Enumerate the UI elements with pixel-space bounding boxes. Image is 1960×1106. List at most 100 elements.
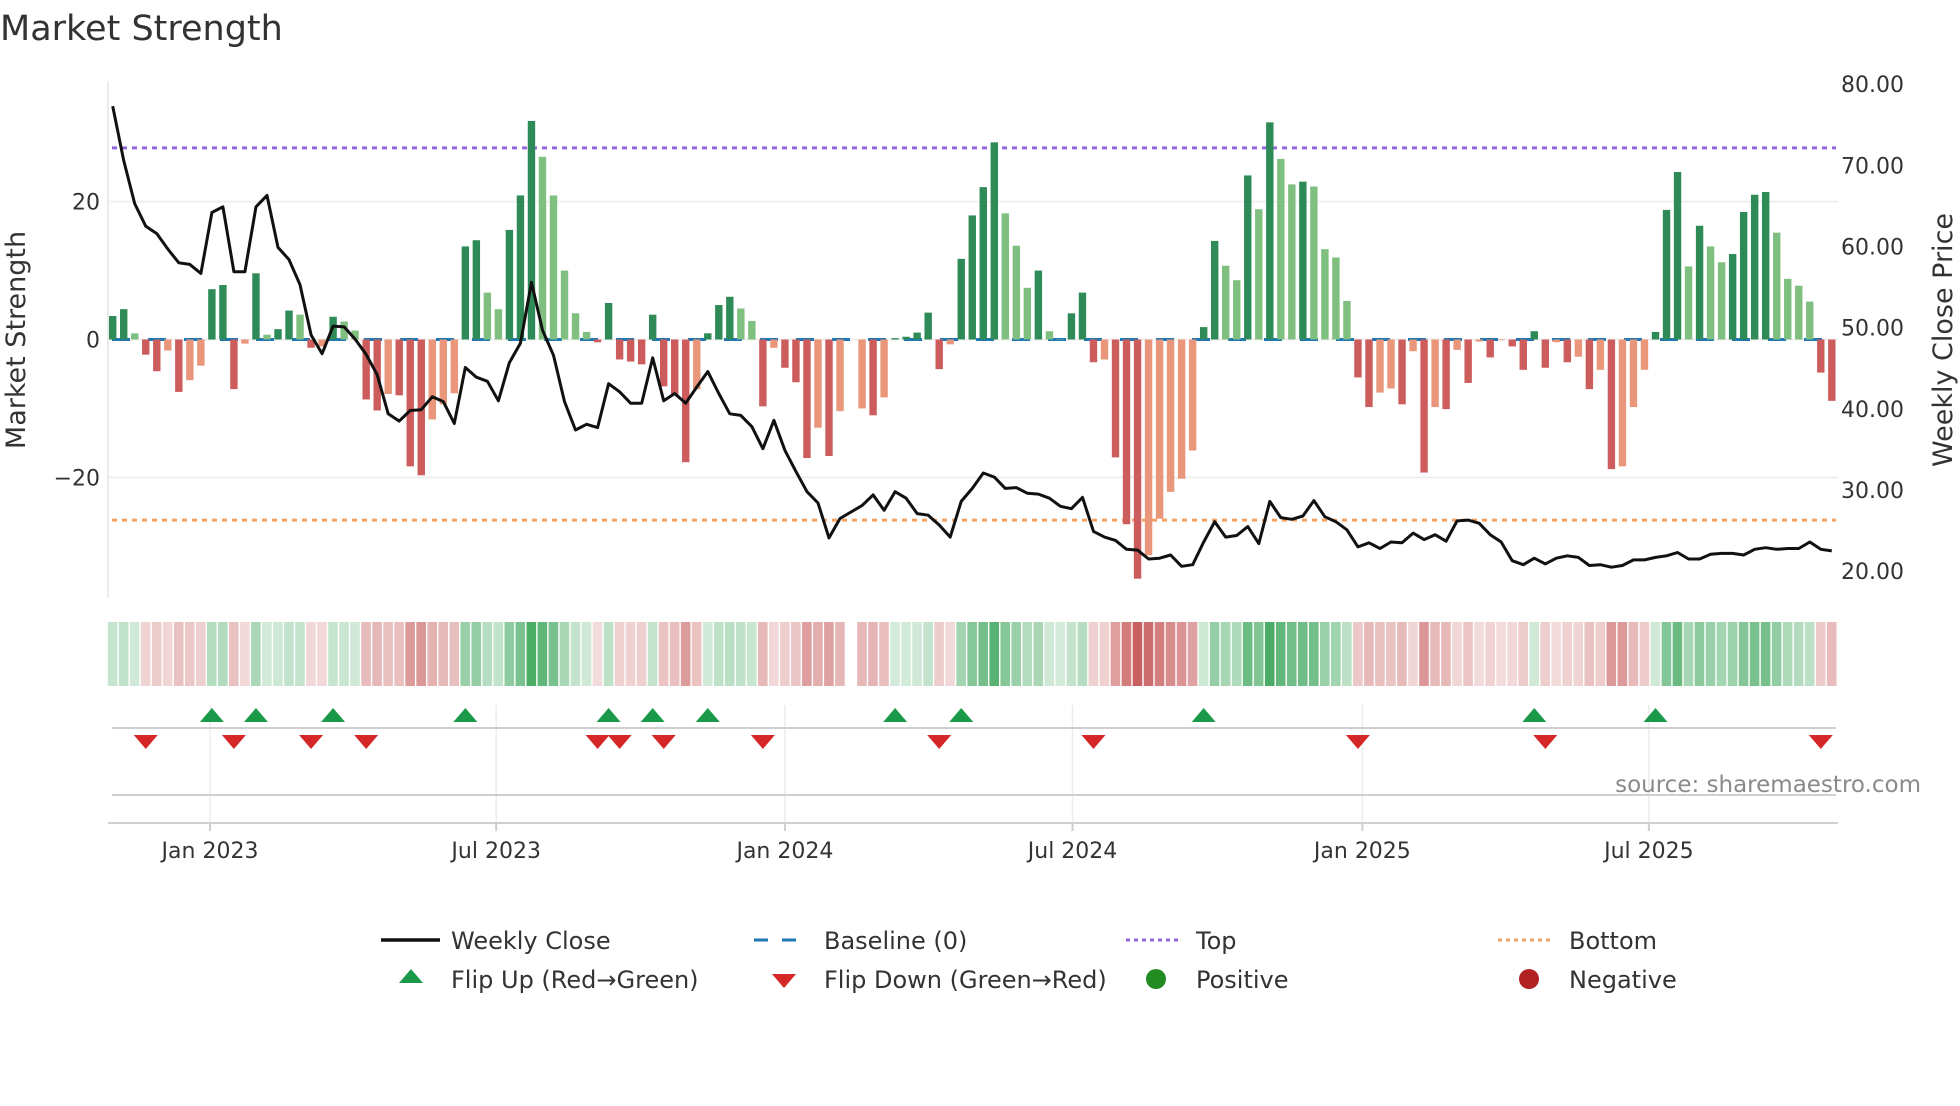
strip-cell [945,622,955,686]
negative-bar [1486,339,1494,358]
right-tick-label: 30.00 [1841,479,1904,504]
positive-bar [560,270,569,340]
strip-cell [1551,622,1562,686]
strip-cell [780,622,790,686]
negative-bar [1376,339,1384,393]
strip-cell [195,622,206,686]
legend-item-top: Top [1126,927,1237,955]
strip-cell [1738,622,1749,686]
strip-cell [1297,622,1308,686]
strip-cell [1683,622,1694,686]
strip-cell [1353,622,1363,686]
strip-cell [284,622,294,686]
left-axis-title: Market Strength [1,231,32,449]
strip-cell [669,622,680,686]
strip-cell [967,622,977,686]
strip-cell [1364,622,1374,686]
positive-bar [1255,209,1263,340]
positive-bar [1199,327,1208,340]
right-axis-title: Weekly Close Price [1928,213,1959,467]
strip-cell [724,622,735,686]
strip-cell [460,622,471,686]
strip-cell [1209,622,1220,686]
strip-cell [1253,622,1264,686]
positive-bar [1530,331,1538,340]
strip-cell [206,622,217,686]
strip-cell [1441,622,1451,686]
negative-bar [164,339,172,351]
strip-cell [1055,622,1066,686]
legend-item-flip-up: Flip Up (Red→Green) [399,966,699,994]
negative-bar [1089,339,1098,363]
legend-label: Flip Down (Green→Red) [824,966,1107,994]
strip-cell [1474,622,1484,686]
negative-bar [142,339,150,355]
positive-bar [1266,122,1274,340]
positive-bar [715,305,723,340]
strip-cell [702,622,713,686]
strip-cell [416,622,426,686]
negative-bar [1398,339,1406,405]
strip-cell [735,622,746,686]
flip-up-marker [243,708,268,722]
flip-up-marker [949,708,974,722]
flip-down-marker [299,735,324,749]
positive-bar [1673,171,1682,340]
positive-bar [1034,270,1043,340]
flip-up-marker [596,708,621,722]
strip-cell [1694,622,1705,686]
strip-cell [1110,622,1121,686]
strip-cell [1397,622,1407,686]
strip-cell [1143,622,1154,686]
negative-bar [1431,339,1439,408]
strength-bars [109,120,1836,579]
negative-bar [1585,339,1594,390]
negative-bar [1155,339,1164,519]
strip-cell [240,622,250,686]
positive-bar [968,215,976,340]
negative-bar [1420,339,1428,473]
strip-cell [1463,622,1473,686]
strip-cell [934,622,944,686]
strip-cell [1022,622,1033,686]
strip-cell [1573,622,1584,686]
strip-cell [1771,622,1782,686]
market-strength-chart: Market Strength 20 0 −20 80.00 70.00 60.00 50… [0,9,1959,994]
strip-cell [129,622,140,686]
strip-cell [1562,622,1573,686]
strip-cell [746,622,757,686]
flip-up-marker [695,708,720,722]
strip-cell [471,622,482,686]
strip-cell [173,622,184,686]
legend-item-positive: Positive [1146,966,1289,994]
negative-bar [1607,339,1616,470]
strip-cell [1826,622,1837,686]
strip-cell [901,622,911,686]
strip-cell [151,622,162,686]
strip-cell [1176,622,1187,686]
strip-cell [1430,622,1440,686]
negative-bar [880,339,888,398]
negative-bar [450,339,459,394]
negative-bar [1409,339,1417,352]
negative-bar [1177,339,1186,479]
positive-bar [924,312,932,340]
strip-cell [1595,622,1606,686]
positive-bar [1299,181,1307,340]
strip-cell [868,622,878,686]
positive-bar [1277,158,1285,340]
strip-cell [295,622,305,686]
strip-cell [504,622,515,686]
positive-bar [1728,254,1737,340]
strip-cell [1242,622,1253,686]
strip-cell [890,622,900,686]
positive-bar [1662,209,1671,340]
strip-cell [1066,622,1077,686]
legend-label: Bottom [1569,927,1657,955]
strip-cell [581,622,592,686]
positive-bar [252,273,260,340]
strip-cell [493,622,504,686]
negative-bar [770,339,778,348]
strip-cell [1639,622,1650,686]
strip-cell [1496,622,1506,686]
